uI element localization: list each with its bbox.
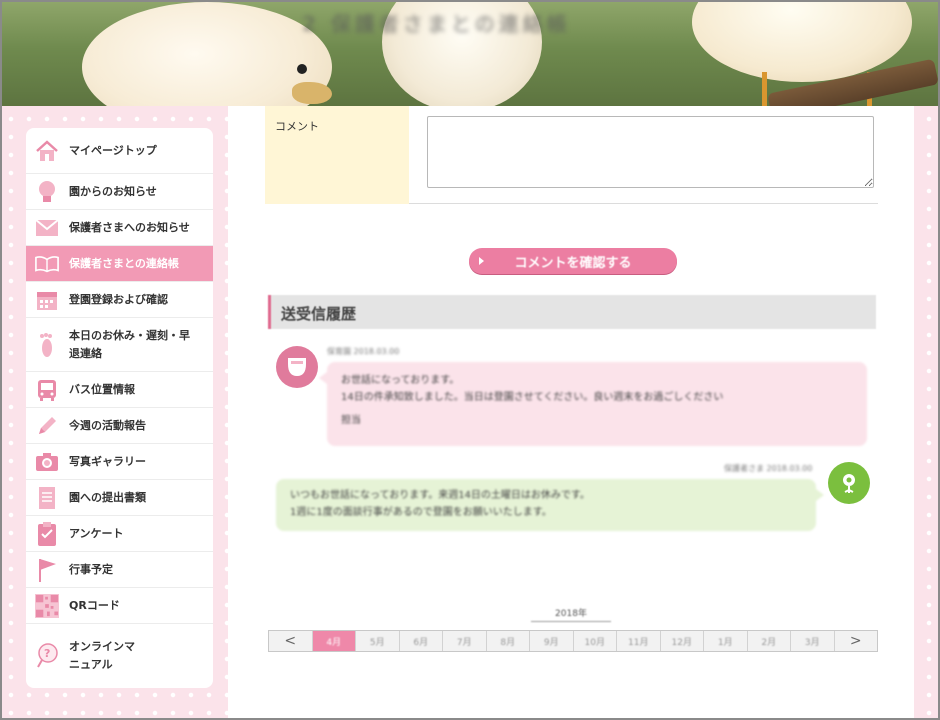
message-bubble-sent: いつもお世話になっております。来週14日の土曜日はお休みです。 1週に1度の面談…: [276, 479, 824, 531]
pager-month-6[interactable]: 6月: [400, 631, 443, 651]
sidebar-item-label: アンケート: [69, 526, 124, 540]
comment-textarea[interactable]: [427, 116, 874, 188]
sidebar-item-weekly-report[interactable]: 今週の活動報告: [26, 408, 213, 444]
sidebar-item-attendance[interactable]: 登園登録および確認: [26, 282, 213, 318]
month-pager: < 4月 5月 6月 7月 8月 9月 10月 11月 12月 1月 2月 3月…: [268, 630, 878, 652]
sidebar-item-bus-location[interactable]: バス位置情報: [26, 372, 213, 408]
month-label: 6月: [413, 637, 429, 648]
sidebar-item-mypage-top[interactable]: マイページトップ: [26, 128, 213, 174]
sidebar-item-label: 保護者さまとの連絡帳: [69, 256, 179, 270]
confirm-comment-button[interactable]: コメントを確認する: [469, 248, 677, 274]
parent-avatar-icon: [843, 474, 855, 493]
sidebar-item-label: バス位置情報: [69, 382, 135, 396]
sidebar-item-label: 保護者さまへのお知らせ: [69, 220, 190, 234]
calendar-icon: [35, 288, 59, 312]
message-meta: 保護者さま 2018.03.00: [724, 464, 813, 473]
sidebar-item-label: マイページトップ: [69, 143, 157, 157]
month-label: 2月: [761, 637, 777, 648]
month-label: 12月: [671, 637, 692, 648]
sidebar-item-label: 登園登録および確認: [69, 292, 168, 306]
document-icon: [35, 486, 59, 510]
sidebar-item-school-news[interactable]: 園からのお知らせ: [26, 174, 213, 210]
help-icon: ?: [35, 643, 59, 668]
clipboard-icon: [35, 521, 59, 546]
sidebar-item-label: 写真ギャラリー: [69, 454, 146, 468]
chick-eye: [297, 64, 307, 74]
home-icon: [35, 139, 59, 163]
sidebar-item-label: 今週の活動報告: [69, 418, 146, 432]
history-heading: 送受信履歴: [268, 295, 876, 329]
comment-form-row: コメント: [265, 106, 878, 204]
message-line: 14日の件承知致しました。当日は登園させてください。良い週末をお過ごしください: [341, 392, 724, 403]
message-line: お世話になっております。: [341, 375, 460, 386]
lightbulb-icon: [35, 180, 59, 204]
month-label: 9月: [543, 637, 559, 648]
sidebar-item-parent-news[interactable]: 保護者さまへのお知らせ: [26, 210, 213, 246]
sidebar-item-label: QRコード: [69, 598, 120, 612]
pager-month-12[interactable]: 12月: [661, 631, 704, 651]
sidebar-item-contact-book[interactable]: 保護者さまとの連絡帳: [26, 246, 213, 282]
month-label: 5月: [369, 637, 385, 648]
month-label: 7月: [456, 637, 472, 648]
pencil-icon: [35, 414, 59, 438]
envelope-icon: [35, 216, 59, 240]
month-label: 11月: [628, 637, 649, 648]
month-label: 8月: [500, 637, 516, 648]
book-icon: [35, 252, 59, 276]
pager-prev-button[interactable]: <: [269, 631, 313, 651]
sidebar-item-label: 園からのお知らせ: [69, 184, 157, 198]
app-frame: 2 保護者さまとの連絡帳 マイページトップ 園からのお知らせ 保護者さまへのお知…: [0, 0, 940, 720]
sidebar-item-online-manual[interactable]: ? オンラインマニュアル: [26, 624, 213, 688]
message-bubble-received: お世話になっております。 14日の件承知致しました。当日は登園させてください。良…: [319, 362, 867, 446]
school-avatar: [276, 346, 318, 388]
flag-icon: [35, 558, 59, 582]
chick-beak: [292, 82, 332, 104]
svg-text:?: ?: [44, 647, 50, 660]
sidebar-item-label: オンラインマニュアル: [69, 640, 135, 671]
pager-month-3[interactable]: 3月: [791, 631, 835, 651]
bus-icon: [35, 378, 59, 402]
page-title: 2 保護者さまとの連絡帳: [302, 12, 571, 36]
month-label: 3月: [804, 637, 820, 648]
sidebar-item-events[interactable]: 行事予定: [26, 552, 213, 588]
sidebar-nav: マイページトップ 園からのお知らせ 保護者さまへのお知らせ 保護者さまとの連絡帳…: [26, 128, 213, 688]
pager-month-2[interactable]: 2月: [748, 631, 791, 651]
pager-month-7[interactable]: 7月: [443, 631, 487, 651]
main-content: コメント コメントを確認する 送受信履歴 保育園 2018.03.00 お世話に…: [228, 106, 914, 718]
camera-icon: [35, 450, 59, 474]
month-label: 10月: [584, 637, 605, 648]
sidebar-item-documents[interactable]: 園への提出書類: [26, 480, 213, 516]
sidebar-item-absence[interactable]: 本日のお休み・遅刻・早退連絡: [26, 318, 213, 372]
pager-month-1[interactable]: 1月: [704, 631, 748, 651]
message-line: 担当: [341, 415, 361, 426]
month-label: 1月: [717, 637, 733, 648]
sidebar-item-label: 園への提出書類: [69, 490, 146, 504]
pager-month-8[interactable]: 8月: [487, 631, 530, 651]
arrow-right-icon: [479, 257, 484, 265]
message-line: いつもお世話になっております。来週14日の土曜日はお休みです。: [290, 490, 590, 501]
qr-code-icon: [35, 593, 59, 618]
sidebar-item-qr-code[interactable]: QRコード: [26, 588, 213, 624]
pager-month-5[interactable]: 5月: [356, 631, 400, 651]
pager-month-10[interactable]: 10月: [574, 631, 617, 651]
message-line: 1週に1度の面談行事があるので登園をお願いいたします。: [290, 507, 552, 518]
pager-next-button[interactable]: >: [835, 631, 878, 651]
message-meta: 保育園 2018.03.00: [327, 347, 400, 356]
sidebar-item-label: 行事予定: [69, 562, 113, 576]
confirm-comment-label: コメントを確認する: [514, 255, 632, 271]
parent-avatar: [828, 462, 870, 504]
footprint-icon: [35, 332, 59, 357]
comment-label: コメント: [265, 106, 409, 204]
year-label: 2018年: [531, 606, 611, 622]
pager-month-9[interactable]: 9月: [530, 631, 574, 651]
pager-month-4[interactable]: 4月: [312, 631, 356, 651]
sidebar-item-survey[interactable]: アンケート: [26, 516, 213, 552]
header-banner: 2 保護者さまとの連絡帳: [2, 2, 938, 106]
sidebar-item-label: 本日のお休み・遅刻・早退連絡: [69, 328, 190, 360]
month-label: 4月: [326, 637, 342, 648]
sidebar-item-photo-gallery[interactable]: 写真ギャラリー: [26, 444, 213, 480]
pager-month-11[interactable]: 11月: [617, 631, 661, 651]
school-avatar-icon: [288, 358, 306, 376]
